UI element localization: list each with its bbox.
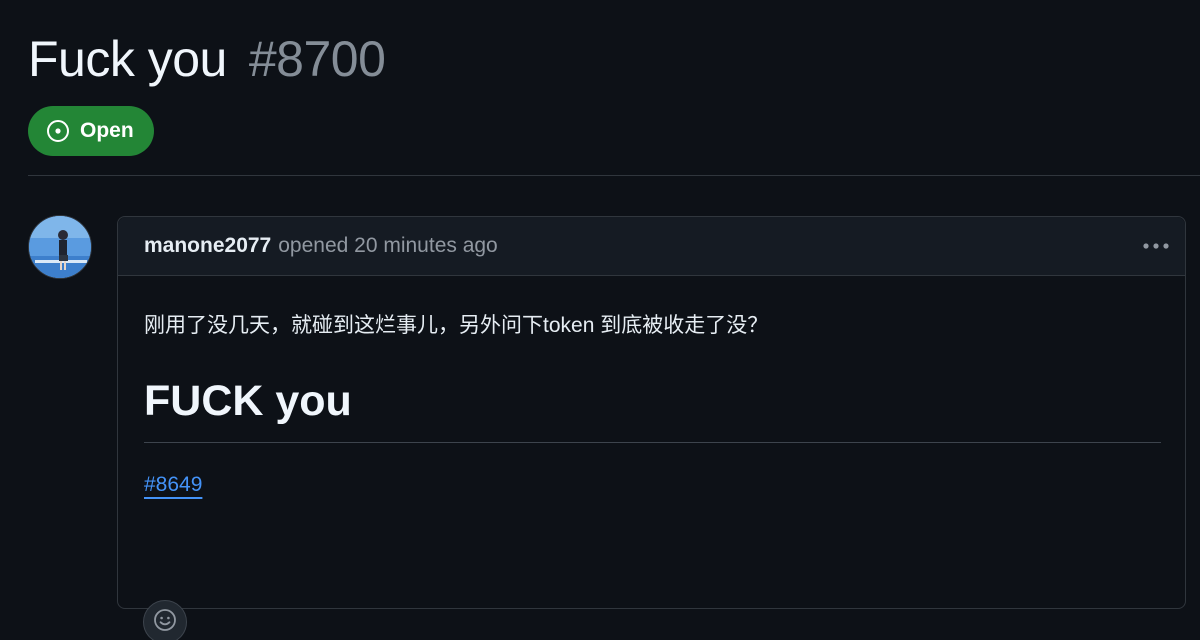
issue-opened-icon xyxy=(46,119,70,143)
linked-issue-link[interactable]: #8649 xyxy=(144,473,202,497)
author-avatar[interactable] xyxy=(28,215,92,279)
issue-title-row: Fuck you #8700 xyxy=(28,30,1200,88)
issue-header: Fuck you #8700 Open xyxy=(28,30,1200,156)
issue-state-label: Open xyxy=(80,119,134,142)
comment-author-link[interactable]: manone2077 xyxy=(144,234,271,258)
issue-number: #8700 xyxy=(248,31,386,87)
issue-state-badge: Open xyxy=(28,106,154,156)
heading-underline xyxy=(144,442,1161,443)
comment-heading: FUCK you xyxy=(144,377,352,425)
issue-title: Fuck you xyxy=(28,31,227,87)
comment-meta[interactable]: opened 20 minutes ago xyxy=(278,234,498,258)
header-divider xyxy=(28,175,1200,176)
comment-paragraph: 刚用了没几天，就碰到这烂事儿，另外问下token 到底被收走了没？ xyxy=(144,314,769,337)
kebab-horizontal-icon xyxy=(1142,237,1170,255)
comment-options-button[interactable] xyxy=(1141,231,1171,261)
issue-comment: manone2077 opened 20 minutes ago 刚用了没几天，… xyxy=(117,216,1186,640)
issue-page: Fuck you #8700 Open manone2077 opened 20… xyxy=(0,0,1200,640)
add-reaction-button[interactable] xyxy=(143,600,187,640)
comment-header: manone2077 opened 20 minutes ago xyxy=(118,217,1185,276)
smiley-icon xyxy=(153,608,177,637)
